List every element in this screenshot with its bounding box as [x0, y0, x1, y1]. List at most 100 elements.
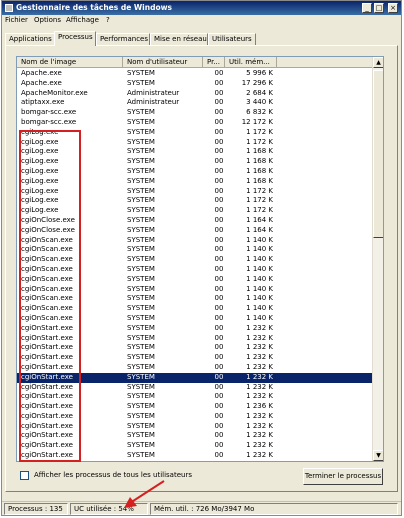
table-row[interactable]: cgiOnStart.exe SYSTEM 00 1 232 K	[17, 451, 373, 461]
process-cpu-cell: 00	[214, 225, 224, 234]
table-row[interactable]: cgiOnStart.exe SYSTEM 00 1 232 K	[17, 441, 373, 451]
table-row[interactable]: cgiLog.exe SYSTEM 00 1 168 K	[17, 167, 373, 177]
process-user-cell: SYSTEM	[127, 362, 155, 371]
process-memory-cell: 1 140 K	[246, 284, 273, 293]
process-memory-cell: 1 232 K	[246, 343, 273, 352]
process-cpu-cell: 00	[214, 333, 224, 342]
table-row[interactable]: cgiOnStart.exe SYSTEM 00 1 232 K	[17, 412, 373, 422]
table-row[interactable]: cgiOnScan.exe SYSTEM 00 1 140 K	[17, 265, 373, 275]
process-memory-cell: 1 172 K	[246, 206, 273, 215]
menu-fichier[interactable]: Fichier	[5, 16, 28, 24]
table-row[interactable]: cgiLog.exe SYSTEM 00 1 168 K	[17, 147, 373, 157]
table-row[interactable]: cgiOnStart.exe SYSTEM 00 1 232 K	[17, 324, 373, 334]
process-name-cell: cgiLog.exe	[21, 137, 59, 146]
tab-applications[interactable]: Applications	[5, 33, 55, 45]
table-row[interactable]: cgiOnScan.exe SYSTEM 00 1 140 K	[17, 314, 373, 324]
tab-utilisateurs[interactable]: Utilisateurs	[208, 33, 256, 45]
column-header-cpu[interactable]: Pr...	[203, 57, 225, 68]
table-row[interactable]: cgiLog.exe SYSTEM 00 1 168 K	[17, 157, 373, 167]
process-user-cell: SYSTEM	[127, 69, 155, 77]
show-all-users-checkbox[interactable]	[20, 471, 29, 480]
process-name-cell: cgiOnScan.exe	[21, 274, 73, 283]
table-row[interactable]: cgiOnStart.exe SYSTEM 00 1 232 K	[17, 392, 373, 402]
tab-mise-en-reseau[interactable]: Mise en réseau	[150, 33, 208, 45]
table-row[interactable]: bomgar-scc.exe SYSTEM 00 6 832 K	[17, 108, 373, 118]
table-row[interactable]: bomgar-scc.exe SYSTEM 00 12 172 K	[17, 118, 373, 128]
table-row[interactable]: cgiOnScan.exe SYSTEM 00 1 140 K	[17, 236, 373, 246]
process-name-cell: cgiOnStart.exe	[21, 333, 73, 342]
table-row[interactable]: cgiOnScan.exe SYSTEM 00 1 140 K	[17, 255, 373, 265]
process-user-cell: SYSTEM	[127, 284, 155, 293]
table-row[interactable]: cgiOnStart.exe SYSTEM 00 1 232 K	[17, 363, 373, 373]
table-row[interactable]: cgiOnStart.exe SYSTEM 00 1 232 K	[17, 372, 373, 383]
menu-affichage[interactable]: Affichage	[66, 16, 99, 24]
process-cpu-cell: 00	[214, 382, 224, 391]
table-row[interactable]: cgiOnStart.exe SYSTEM 00 1 232 K	[17, 334, 373, 344]
tab-processus[interactable]: Processus	[54, 31, 96, 46]
process-user-cell: Administrateur	[127, 88, 180, 97]
table-row[interactable]: cgiLog.exe SYSTEM 00 1 172 K	[17, 206, 373, 216]
process-cpu-cell: 00	[214, 441, 224, 450]
menu-help[interactable]: ?	[106, 16, 110, 24]
table-row[interactable]: cgiOnScan.exe SYSTEM 00 1 140 K	[17, 275, 373, 285]
table-row[interactable]: cgiOnClose.exe SYSTEM 00 1 164 K	[17, 226, 373, 236]
table-row[interactable]: cgiOnScan.exe SYSTEM 00 1 140 K	[17, 304, 373, 314]
process-user-cell: SYSTEM	[127, 441, 155, 450]
table-row[interactable]: cgiOnStart.exe SYSTEM 00 1 232 K	[17, 353, 373, 363]
table-row[interactable]: cgiOnScan.exe SYSTEM 00 1 140 K	[17, 294, 373, 304]
table-row[interactable]: cgiOnClose.exe SYSTEM 00 1 164 K	[17, 216, 373, 226]
table-row[interactable]: Apache.exe SYSTEM 00 17 296 K	[17, 79, 373, 89]
process-memory-cell: 1 232 K	[246, 362, 273, 371]
menu-bar: Fichier Options Affichage ?	[2, 15, 401, 27]
scroll-thumb[interactable]	[373, 70, 383, 238]
process-user-cell: SYSTEM	[127, 313, 155, 322]
column-header-memory[interactable]: Util. mém...	[225, 57, 277, 68]
process-user-cell: SYSTEM	[127, 117, 155, 126]
process-name-cell: ApacheMonitor.exe	[21, 88, 88, 97]
process-name-cell: cgiOnScan.exe	[21, 264, 73, 273]
table-row[interactable]: cgiOnStart.exe SYSTEM 00 1 232 K	[17, 383, 373, 393]
minimize-button[interactable]: _	[362, 3, 372, 13]
table-row[interactable]: ApacheMonitor.exe Administrateur 00 2 684 K	[17, 89, 373, 99]
table-row[interactable]: Apache.exe SYSTEM 00 5 996 K	[17, 69, 373, 79]
table-row[interactable]: atiptaxx.exe Administrateur 00 3 440 K	[17, 98, 373, 108]
process-user-cell: SYSTEM	[127, 431, 155, 440]
process-name-cell: cgiOnStart.exe	[21, 421, 73, 430]
tab-performances[interactable]: Performances	[96, 33, 150, 45]
table-row[interactable]: cgiLog.exe SYSTEM 00 1 172 K	[17, 196, 373, 206]
app-icon	[5, 4, 13, 12]
table-row[interactable]: cgiLog.exe SYSTEM 00 1 172 K	[17, 138, 373, 148]
status-memory-usage: Mém. util. : 726 Mo/3947 Mo	[150, 503, 398, 515]
column-header-name[interactable]: Nom de l'image	[17, 57, 123, 68]
column-header-user[interactable]: Nom d'utilisateur	[123, 57, 203, 68]
table-row[interactable]: cgiOnScan.exe SYSTEM 00 1 140 K	[17, 285, 373, 295]
menu-options[interactable]: Options	[34, 16, 61, 24]
process-memory-cell: 3 440 K	[246, 98, 273, 107]
process-list[interactable]: Nom de l'image Nom d'utilisateur Pr... U…	[16, 56, 384, 462]
table-row[interactable]: cgiLog.exe SYSTEM 00 1 168 K	[17, 177, 373, 187]
process-name-cell: cgiOnClose.exe	[21, 215, 75, 224]
process-user-cell: SYSTEM	[127, 78, 155, 87]
process-memory-cell: 1 172 K	[246, 186, 273, 195]
table-row[interactable]: cgiOnStart.exe SYSTEM 00 1 232 K	[17, 422, 373, 432]
table-row[interactable]: cgiOnStart.exe SYSTEM 00 1 232 K	[17, 343, 373, 353]
maximize-button[interactable]: □	[374, 3, 384, 13]
process-memory-cell: 1 140 K	[246, 264, 273, 273]
table-row[interactable]: cgiOnStart.exe SYSTEM 00 1 232 K	[17, 431, 373, 441]
scroll-up-icon[interactable]: ▲	[373, 57, 383, 68]
table-row[interactable]: cgiLog.exe SYSTEM 00 1 172 K	[17, 128, 373, 138]
title-bar[interactable]: Gestionnaire des tâches de Windows _ □ ×	[2, 1, 401, 15]
table-row[interactable]: cgiOnStart.exe SYSTEM 00 1 236 K	[17, 402, 373, 412]
process-memory-cell: 1 232 K	[246, 441, 273, 450]
process-name-cell: cgiOnStart.exe	[21, 451, 73, 460]
table-row[interactable]: cgiOnScan.exe SYSTEM 00 1 140 K	[17, 245, 373, 255]
end-process-button[interactable]: Terminer le processus	[303, 468, 383, 485]
close-button[interactable]: ×	[388, 3, 398, 13]
vertical-scrollbar[interactable]: ▲ ▼	[372, 57, 383, 461]
scroll-down-icon[interactable]: ▼	[373, 450, 383, 461]
process-user-cell: SYSTEM	[127, 206, 155, 215]
process-cpu-cell: 00	[214, 284, 224, 293]
process-memory-cell: 1 140 K	[246, 245, 273, 254]
process-user-cell: SYSTEM	[127, 186, 155, 195]
table-row[interactable]: cgiLog.exe SYSTEM 00 1 172 K	[17, 187, 373, 197]
